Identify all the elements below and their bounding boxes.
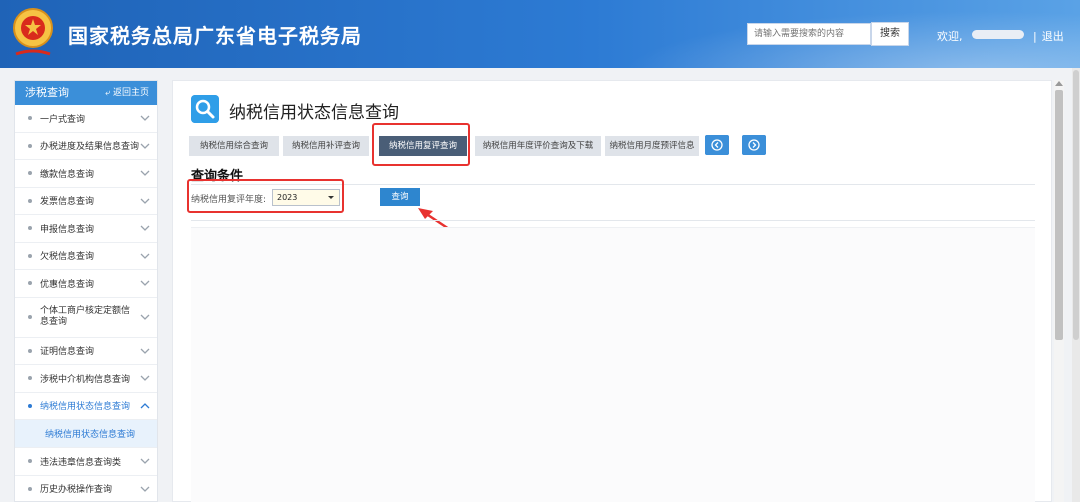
sidebar-item[interactable]: 发票信息查询 [15, 188, 157, 215]
sidebar-item-label: 办税进度及结果信息查询 [40, 142, 140, 153]
highlight-active-tab [372, 123, 470, 166]
sidebar-title: 涉税查询 [25, 86, 69, 99]
tab-prev-button[interactable] [705, 135, 729, 155]
bullet-icon [28, 143, 32, 148]
sidebar-subitem[interactable]: 纳税信用状态信息查询 [15, 420, 157, 448]
sidebar-item-label: 优惠信息查询 [40, 279, 95, 290]
sidebar-item[interactable]: 违法违章信息查询类 [15, 448, 157, 476]
page-title: 纳税信用状态信息查询 [229, 103, 399, 123]
tab-monthly-preview[interactable]: 纳税信用月度预评信息 [605, 136, 699, 156]
search-input[interactable] [747, 23, 871, 45]
sidebar-item-label: 一户式查询 [40, 114, 86, 125]
sidebar-item[interactable]: 欠税信息查询 [15, 243, 157, 270]
chevron-down-icon [140, 458, 150, 465]
bullet-icon [28, 253, 32, 258]
chevron-down-icon [140, 375, 150, 382]
chevron-down-icon [140, 314, 150, 320]
bullet-icon [28, 226, 32, 231]
highlight-year-field [187, 179, 344, 213]
sidebar-list: 一户式查询办税进度及结果信息查询 缴款信息查询 发票信息查询 申报信息查询 欠税信息查询… [15, 105, 157, 502]
top-header: 国家税务总局广东省电子税务局 搜索 欢迎, | 退出 [0, 0, 1080, 68]
chevron-down-icon [140, 253, 150, 259]
results-divider [191, 220, 1035, 221]
chevron-down-icon [140, 486, 150, 492]
sidebar: 涉税查询 ⤶ 返回主页 一户式查询办税进度及结果信息查询 缴款信息查询 发票信息查询… [14, 80, 158, 502]
bullet-icon [28, 315, 32, 319]
bullet-icon [28, 281, 32, 286]
welcome-text: 欢迎, [937, 30, 963, 43]
bullet-icon [28, 116, 32, 121]
site-title: 国家税务总局广东省电子税务局 [68, 24, 362, 48]
sidebar-item-label: 纳税信用状态信息查询 [40, 402, 131, 413]
chevron-down-icon [140, 143, 150, 149]
sidebar-item[interactable]: 办税进度及结果信息查询 [15, 133, 157, 160]
logout-area: | 退出 [1033, 28, 1064, 44]
sidebar-item[interactable]: 个体工商户核定定额信息查询 [15, 298, 157, 338]
bullet-icon [28, 403, 32, 408]
tax-emblem-icon [13, 8, 53, 56]
chevron-down-icon [140, 280, 150, 287]
bullet-icon [28, 348, 32, 353]
sidebar-item-label: 个体工商户核定定额信息查询 [40, 306, 131, 327]
sidebar-item-label: 历史办税操作查询 [40, 485, 113, 496]
chevron-down-icon [140, 170, 150, 177]
page-scroll-thumb[interactable] [1073, 70, 1079, 340]
chevron-down-icon [140, 225, 150, 232]
bullet-icon [28, 171, 32, 176]
sidebar-item[interactable]: 证明信息查询 [15, 338, 157, 365]
search-icon [191, 95, 219, 123]
bullet-icon [28, 376, 32, 381]
sidebar-item-label: 发票信息查询 [40, 197, 95, 208]
sidebar-item-label: 缴款信息查询 [40, 169, 95, 180]
results-area [191, 227, 1035, 502]
back-home-label[interactable]: 返回主页 [113, 88, 149, 98]
search-button[interactable]: 搜索 [871, 22, 909, 46]
sidebar-item-label: 证明信息查询 [40, 347, 95, 358]
chevron-down-icon [140, 115, 150, 122]
masked-username [972, 30, 1024, 39]
sidebar-item[interactable]: 缴款信息查询 [15, 160, 157, 188]
logout-link[interactable]: 退出 [1042, 30, 1064, 43]
sidebar-item[interactable]: 纳税信用状态信息查询 [15, 393, 157, 420]
sidebar-item[interactable]: 历史办税操作查询 [15, 476, 157, 502]
tab-annual-evaluation[interactable]: 纳税信用年度评价查询及下载 [475, 136, 601, 156]
sidebar-item-label: 申报信息查询 [40, 224, 95, 235]
bullet-icon [28, 486, 32, 491]
main-panel: 纳税信用状态信息查询 纳税信用综合查询 纳税信用补评查询 纳税信用复评查询 纳税… [172, 80, 1052, 502]
tab-credit-supplement[interactable]: 纳税信用补评查询 [283, 136, 369, 156]
sidebar-header: 涉税查询 ⤶ 返回主页 [15, 81, 157, 105]
bullet-icon [28, 459, 32, 464]
sidebar-item[interactable]: 涉税中介机构信息查询 [15, 365, 157, 393]
scroll-thumb[interactable] [1055, 90, 1063, 340]
sidebar-item[interactable]: 优惠信息查询 [15, 270, 157, 298]
tab-next-button[interactable] [742, 135, 766, 155]
back-home-link[interactable]: ⤶ 返回主页 [105, 81, 149, 105]
panel-scrollbar[interactable] [1054, 80, 1064, 502]
bullet-icon [28, 198, 32, 203]
sidebar-item-label: 欠税信息查询 [40, 252, 95, 263]
chevron-up-icon [140, 402, 150, 409]
chevron-down-icon [140, 198, 150, 204]
page-scrollbar[interactable] [1072, 68, 1080, 502]
sidebar-item-label: 违法违章信息查询类 [40, 457, 122, 468]
chevron-down-icon [140, 348, 150, 354]
sidebar-item[interactable]: 一户式查询 [15, 105, 157, 133]
tab-credit-overall[interactable]: 纳税信用综合查询 [189, 136, 279, 156]
scroll-up-icon[interactable] [1055, 81, 1063, 86]
logout-separator: | [1033, 30, 1037, 43]
sidebar-item-label: 涉税中介机构信息查询 [40, 374, 131, 385]
sidebar-item[interactable]: 申报信息查询 [15, 215, 157, 243]
